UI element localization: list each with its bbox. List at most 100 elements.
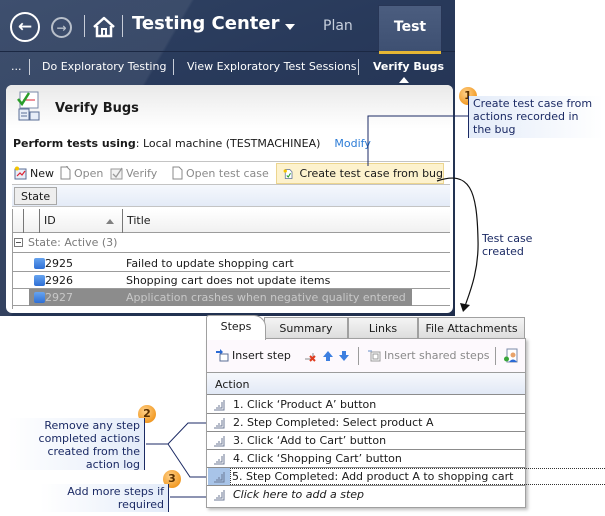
open-document-icon xyxy=(172,166,183,180)
divider xyxy=(29,59,30,75)
bug-id: 2927 xyxy=(45,291,73,304)
new-label: New xyxy=(30,166,54,180)
step-row[interactable]: 3. Click ‘Add to Cart’ button xyxy=(207,432,525,450)
column-header-title[interactable]: Title xyxy=(122,209,442,233)
bug-title: Shopping cart does not update items xyxy=(126,274,331,287)
parameters-icon[interactable] xyxy=(503,348,519,364)
step-row-current[interactable]: 5. Step Completed: Add product A to shop… xyxy=(207,468,605,486)
callout-2-text: Remove any step completed actions create… xyxy=(8,418,145,471)
divider xyxy=(122,15,123,37)
test-case-steps-panel: Insert step Insert shared steps Action 1… xyxy=(206,338,605,508)
column-header-icon[interactable] xyxy=(23,209,33,233)
collapse-icon[interactable] xyxy=(14,238,23,247)
forward-button[interactable]: → xyxy=(51,17,72,38)
subnav-do-exploratory-testing[interactable]: Do Exploratory Testing xyxy=(42,60,166,73)
test-case-created-label: Test case created xyxy=(482,232,533,258)
open-label: Open xyxy=(74,166,104,180)
tab-file-attachments[interactable]: File Attachments xyxy=(418,317,525,339)
top-bar: ← → Testing Center Plan Test xyxy=(0,0,455,54)
column-header-action[interactable]: Action xyxy=(207,373,525,395)
sort-ascending-icon xyxy=(106,219,114,224)
chevron-down-icon[interactable] xyxy=(285,24,295,30)
step-icon xyxy=(214,436,225,447)
perform-value: : Local machine (TESTMACHINEA) xyxy=(135,137,321,150)
create-test-case-icon xyxy=(283,168,293,179)
new-work-item-icon xyxy=(14,166,27,180)
bugs-toolbar: New Open Verify Open test case Create te… xyxy=(12,161,450,185)
group-by-state-chip[interactable]: State xyxy=(14,187,58,205)
test-case-tabs: Steps Summary Links File Attachments xyxy=(206,315,526,340)
bug-title: Failed to update shopping cart xyxy=(126,257,294,270)
bug-row[interactable]: 2925 Failed to update shopping cart xyxy=(12,255,450,272)
step-text: 4. Click ‘Shopping Cart’ button xyxy=(233,452,402,465)
step-text: 1. Click ‘Product A’ button xyxy=(233,398,377,411)
steps-toolbar: Insert step Insert shared steps xyxy=(207,339,525,373)
open-document-icon xyxy=(60,166,71,180)
app-title: Testing Center xyxy=(132,13,280,34)
subnav-view-exploratory-sessions[interactable]: View Exploratory Test Sessions xyxy=(187,60,357,73)
step-icon xyxy=(214,454,225,465)
move-up-icon[interactable] xyxy=(321,349,335,363)
verify-icon xyxy=(110,167,123,180)
arrow-head-icon xyxy=(460,303,470,312)
arrow-left-icon: ← xyxy=(17,17,33,37)
subnav-overflow[interactable]: ... xyxy=(11,60,22,73)
new-button[interactable]: New xyxy=(14,166,54,180)
add-step-placeholder: Click here to add a step xyxy=(233,488,365,501)
divider xyxy=(358,347,359,365)
verify-bugs-panel: Verify Bugs Perform tests using: Local m… xyxy=(6,85,453,313)
divider xyxy=(358,59,359,75)
tab-summary[interactable]: Summary xyxy=(264,317,348,339)
home-icon[interactable] xyxy=(92,15,116,39)
verify-button[interactable]: Verify xyxy=(110,166,157,180)
move-down-icon[interactable] xyxy=(337,349,351,363)
bug-id: 2925 xyxy=(45,257,73,270)
callout-2-connector-top xyxy=(146,422,207,445)
insert-step-button[interactable]: Insert step xyxy=(215,348,291,362)
insert-step-icon xyxy=(216,349,229,362)
step-text: 5. Step Completed: Add product A to shop… xyxy=(229,468,605,485)
divider xyxy=(495,347,496,365)
tab-steps[interactable]: Steps xyxy=(206,315,266,340)
perform-label: Perform tests using xyxy=(13,137,136,150)
add-step-row[interactable]: Click here to add a step xyxy=(207,486,525,504)
bug-id: 2926 xyxy=(45,274,73,287)
insert-shared-steps-icon xyxy=(368,350,381,362)
arrow-right-icon: → xyxy=(56,20,67,35)
open-test-case-button[interactable]: Open test case xyxy=(170,166,269,180)
tab-plan[interactable]: Plan xyxy=(323,18,353,34)
open-button[interactable]: Open xyxy=(58,166,103,180)
insert-shared-steps-label: Insert shared steps xyxy=(384,348,490,362)
insert-step-label: Insert step xyxy=(232,348,291,362)
verify-label: Verify xyxy=(126,166,158,180)
step-row[interactable]: 4. Click ‘Shopping Cart’ button xyxy=(207,450,525,468)
action-column-label: Action xyxy=(215,378,250,391)
perform-tests-setting: Perform tests using: Local machine (TEST… xyxy=(13,137,371,150)
step-icon xyxy=(214,490,225,501)
step-row[interactable]: 1. Click ‘Product A’ button xyxy=(207,396,525,414)
insert-shared-steps-button[interactable]: Insert shared steps xyxy=(367,348,490,362)
step-icon xyxy=(214,472,225,483)
grid-border xyxy=(12,209,13,309)
column-id-label: ID xyxy=(44,214,56,227)
create-test-case-from-bug-button[interactable]: Create test case from bug xyxy=(276,163,444,184)
subnav-verify-bugs[interactable]: Verify Bugs xyxy=(373,60,444,73)
tab-test[interactable]: Test xyxy=(378,5,442,54)
modify-link[interactable]: Modify xyxy=(334,137,370,150)
tab-links[interactable]: Links xyxy=(348,317,418,339)
step-row[interactable]: 2. Step Completed: Select product A xyxy=(207,414,525,432)
step-icon xyxy=(214,418,225,429)
step-text: 3. Click ‘Add to Cart’ button xyxy=(233,434,387,447)
bug-row-selected[interactable]: 2927 Application crashes when negative q… xyxy=(12,289,450,306)
divider xyxy=(173,59,174,75)
delete-step-icon[interactable] xyxy=(303,349,317,363)
testing-center-window: ← → Testing Center Plan Test ... Do Expl… xyxy=(0,0,455,316)
bug-work-item-icon xyxy=(34,258,45,269)
bug-row[interactable]: 2926 Shopping cart does not update items xyxy=(12,272,450,289)
bug-work-item-icon xyxy=(34,275,45,286)
bug-work-item-icon xyxy=(34,292,45,303)
back-button[interactable]: ← xyxy=(10,12,40,42)
column-title-label: Title xyxy=(127,214,151,227)
group-row-state-active[interactable]: State: Active (3) xyxy=(12,233,450,253)
group-label: State: Active (3) xyxy=(28,236,118,249)
